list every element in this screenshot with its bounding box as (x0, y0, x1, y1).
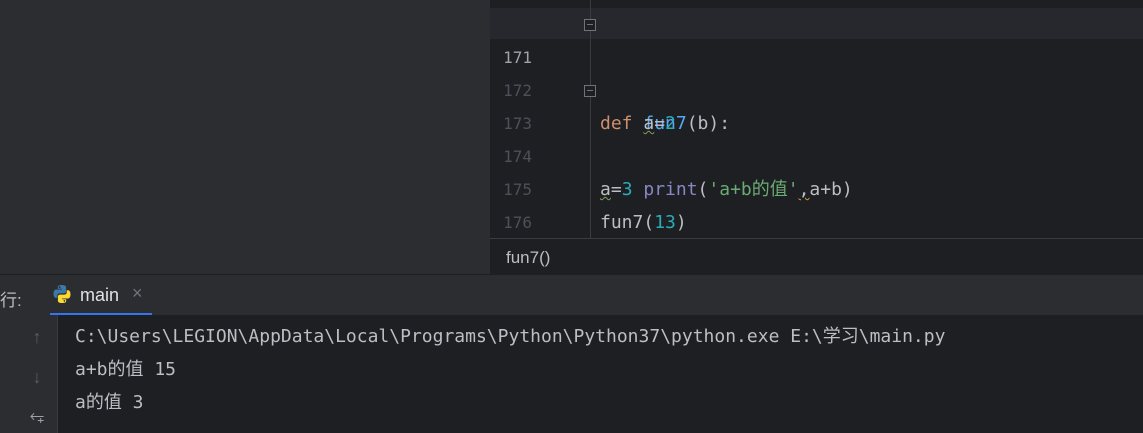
run-tab-label: main (80, 285, 120, 305)
console-line: a的值 3 (75, 392, 144, 413)
code-token: ) (675, 212, 687, 233)
breadcrumb-item[interactable]: fun7() (506, 248, 550, 268)
run-toolbar: ↑ ↓ ⥆ (16, 315, 58, 433)
console-line: C:\Users\LEGION\AppData\Local\Programs\P… (75, 326, 946, 347)
code-token: 13 (654, 212, 676, 233)
code-text[interactable]: fun7(13) (600, 206, 687, 238)
code-line[interactable]: 174 a=3 (490, 107, 1143, 200)
run-tab-main[interactable]: main × (50, 275, 152, 315)
ide-window: 171 def fun7(b): 172 a=2 173 print('a+b的… (0, 0, 1143, 433)
line-number: 176 (503, 213, 532, 232)
code-line[interactable]: 175 fun7(13) (490, 140, 1143, 233)
run-window-label: 行: (0, 291, 22, 310)
run-tool-header: 行: main × (0, 275, 1143, 315)
project-pane (0, 0, 490, 274)
code-token: fun7( (600, 212, 655, 233)
soft-wrap-icon[interactable]: ⥆ (25, 403, 49, 427)
console-line: a+b的值 15 (75, 359, 177, 380)
code-line[interactable]: 176 print('a的值',a) (490, 173, 1143, 232)
code-line[interactable]: 171 def fun7(b): (490, 8, 1143, 134)
code-line[interactable]: 173 print('a+b的值',a+b) (490, 74, 1143, 200)
python-icon (53, 285, 71, 303)
left-tool-strip (0, 315, 16, 433)
close-icon[interactable]: × (132, 284, 146, 302)
breadcrumb: fun7() (490, 238, 1143, 274)
scroll-up-icon[interactable]: ↑ (25, 325, 49, 349)
console-output[interactable]: C:\Users\LEGION\AppData\Local\Programs\P… (58, 315, 1143, 433)
scroll-down-icon[interactable]: ↓ (25, 365, 49, 389)
code-editor[interactable]: 171 def fun7(b): 172 a=2 173 print('a+b的… (490, 0, 1143, 238)
fold-icon[interactable] (584, 19, 596, 31)
code-line[interactable]: 172 a=2 (490, 41, 1143, 134)
fold-end-icon[interactable] (584, 85, 596, 97)
